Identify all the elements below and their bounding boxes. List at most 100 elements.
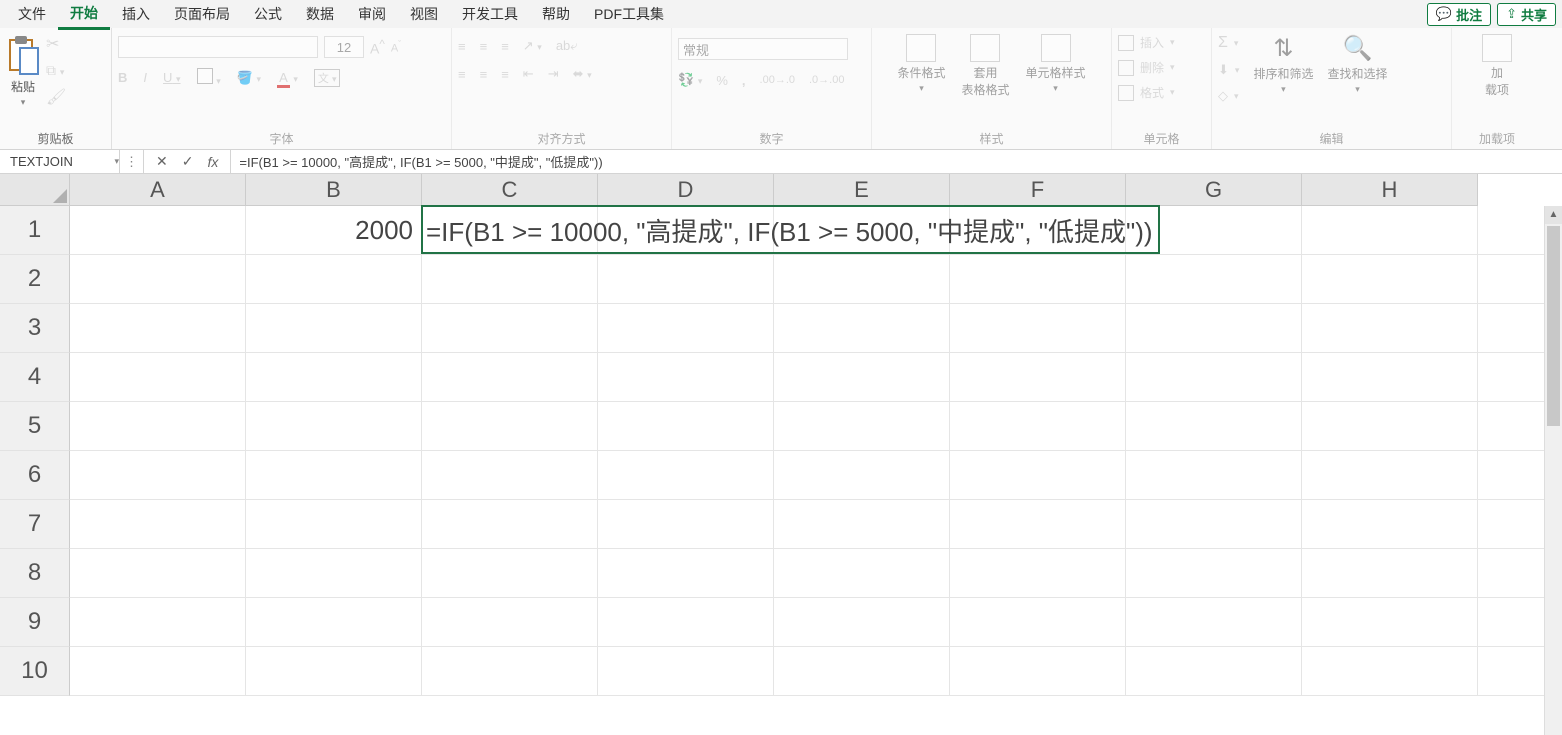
cell-F3[interactable]	[950, 304, 1126, 352]
cell-H2[interactable]	[1302, 255, 1478, 303]
column-header-G[interactable]: G	[1126, 174, 1302, 206]
wrap-text-icon[interactable]: ab⤶	[556, 38, 578, 54]
tab-data[interactable]: 数据	[294, 0, 346, 28]
cell-C6[interactable]	[422, 451, 598, 499]
column-header-C[interactable]: C	[422, 174, 598, 206]
align-middle-icon[interactable]: ≡	[480, 39, 488, 54]
cell-E3[interactable]	[774, 304, 950, 352]
cell-F7[interactable]	[950, 500, 1126, 548]
border-button[interactable]: ▾	[197, 68, 221, 87]
row-header-2[interactable]: 2	[0, 255, 70, 304]
row-header-10[interactable]: 10	[0, 647, 70, 696]
comments-button[interactable]: 💬 批注	[1427, 3, 1491, 26]
font-color-button[interactable]: A ▾	[277, 70, 298, 85]
cell-B9[interactable]	[246, 598, 422, 646]
chevron-down-icon[interactable]: ▾	[114, 156, 119, 167]
insert-cells-button[interactable]: 插入▾	[1118, 34, 1175, 51]
font-size-input[interactable]	[324, 36, 364, 58]
cell-F4[interactable]	[950, 353, 1126, 401]
cell-A1[interactable]	[70, 206, 246, 254]
addins-button[interactable]: 加 载项	[1482, 30, 1512, 98]
cell-H9[interactable]	[1302, 598, 1478, 646]
insert-function-icon[interactable]: fx	[207, 154, 218, 170]
row-header-1[interactable]: 1	[0, 206, 70, 255]
cell-G2[interactable]	[1126, 255, 1302, 303]
bold-button[interactable]: B	[118, 70, 127, 85]
tab-formula[interactable]: 公式	[242, 0, 294, 28]
cell-C7[interactable]	[422, 500, 598, 548]
cell-F9[interactable]	[950, 598, 1126, 646]
tab-file[interactable]: 文件	[6, 0, 58, 28]
clear-button[interactable]: ◇▾	[1218, 88, 1239, 104]
cancel-formula-icon[interactable]: ✕	[156, 153, 168, 170]
cell-A4[interactable]	[70, 353, 246, 401]
find-select-button[interactable]: 🔍 查找和选择 ▾	[1327, 30, 1387, 95]
cell-F5[interactable]	[950, 402, 1126, 450]
cell-C8[interactable]	[422, 549, 598, 597]
row-header-6[interactable]: 6	[0, 451, 70, 500]
delete-cells-button[interactable]: 删除▾	[1118, 59, 1175, 76]
cell-G3[interactable]	[1126, 304, 1302, 352]
cell-B6[interactable]	[246, 451, 422, 499]
cell-H3[interactable]	[1302, 304, 1478, 352]
cell-E5[interactable]	[774, 402, 950, 450]
column-header-E[interactable]: E	[774, 174, 950, 206]
conditional-format-button[interactable]: 条件格式 ▾	[897, 30, 945, 94]
scroll-thumb[interactable]	[1547, 226, 1560, 426]
cell-A2[interactable]	[70, 255, 246, 303]
row-header-4[interactable]: 4	[0, 353, 70, 402]
cell-B4[interactable]	[246, 353, 422, 401]
cell-D2[interactable]	[598, 255, 774, 303]
italic-button[interactable]: I	[143, 70, 147, 85]
cell-H5[interactable]	[1302, 402, 1478, 450]
cell-E9[interactable]	[774, 598, 950, 646]
cell-D8[interactable]	[598, 549, 774, 597]
fill-color-button[interactable]: 🪣 ▾	[237, 70, 261, 86]
indent-increase-icon[interactable]: ⇥	[548, 66, 559, 82]
cell-B3[interactable]	[246, 304, 422, 352]
comma-icon[interactable]: ,	[742, 73, 746, 88]
column-header-D[interactable]: D	[598, 174, 774, 206]
font-family-select[interactable]	[118, 36, 318, 58]
cell-C9[interactable]	[422, 598, 598, 646]
cell-H4[interactable]	[1302, 353, 1478, 401]
cell-B10[interactable]	[246, 647, 422, 695]
cell-E7[interactable]	[774, 500, 950, 548]
cell-A7[interactable]	[70, 500, 246, 548]
cell-F10[interactable]	[950, 647, 1126, 695]
cell-C4[interactable]	[422, 353, 598, 401]
currency-icon[interactable]: 💱 ▾	[678, 72, 702, 88]
cell-G7[interactable]	[1126, 500, 1302, 548]
cell-B2[interactable]	[246, 255, 422, 303]
column-header-H[interactable]: H	[1302, 174, 1478, 206]
align-top-icon[interactable]: ≡	[458, 39, 466, 54]
formula-input[interactable]: =IF(B1 >= 10000, "高提成", IF(B1 >= 5000, "…	[231, 150, 1562, 173]
scroll-up-icon[interactable]: ▲	[1545, 206, 1562, 224]
cell-A9[interactable]	[70, 598, 246, 646]
cell-B8[interactable]	[246, 549, 422, 597]
tab-pdf[interactable]: PDF工具集	[582, 0, 676, 28]
align-left-icon[interactable]: ≡	[458, 67, 466, 82]
column-header-A[interactable]: A	[70, 174, 246, 206]
increase-decimal-icon[interactable]: .00→.0	[760, 74, 795, 86]
row-header-8[interactable]: 8	[0, 549, 70, 598]
indent-decrease-icon[interactable]: ⇤	[523, 66, 534, 82]
cell-E2[interactable]	[774, 255, 950, 303]
orientation-icon[interactable]: ↗ ▾	[523, 38, 542, 54]
cell-E8[interactable]	[774, 549, 950, 597]
cell-H10[interactable]	[1302, 647, 1478, 695]
tab-view[interactable]: 视图	[398, 0, 450, 28]
cell-G6[interactable]	[1126, 451, 1302, 499]
cut-icon[interactable]: ✂	[46, 34, 66, 54]
cell-H6[interactable]	[1302, 451, 1478, 499]
cell-D5[interactable]	[598, 402, 774, 450]
percent-icon[interactable]: %	[716, 73, 728, 88]
cell-F2[interactable]	[950, 255, 1126, 303]
cell-B5[interactable]	[246, 402, 422, 450]
cell-A8[interactable]	[70, 549, 246, 597]
tab-dev[interactable]: 开发工具	[450, 0, 530, 28]
copy-icon[interactable]: ⧉ ▾	[46, 62, 66, 79]
row-header-9[interactable]: 9	[0, 598, 70, 647]
underline-button[interactable]: U ▾	[163, 70, 181, 85]
tab-review[interactable]: 审阅	[346, 0, 398, 28]
